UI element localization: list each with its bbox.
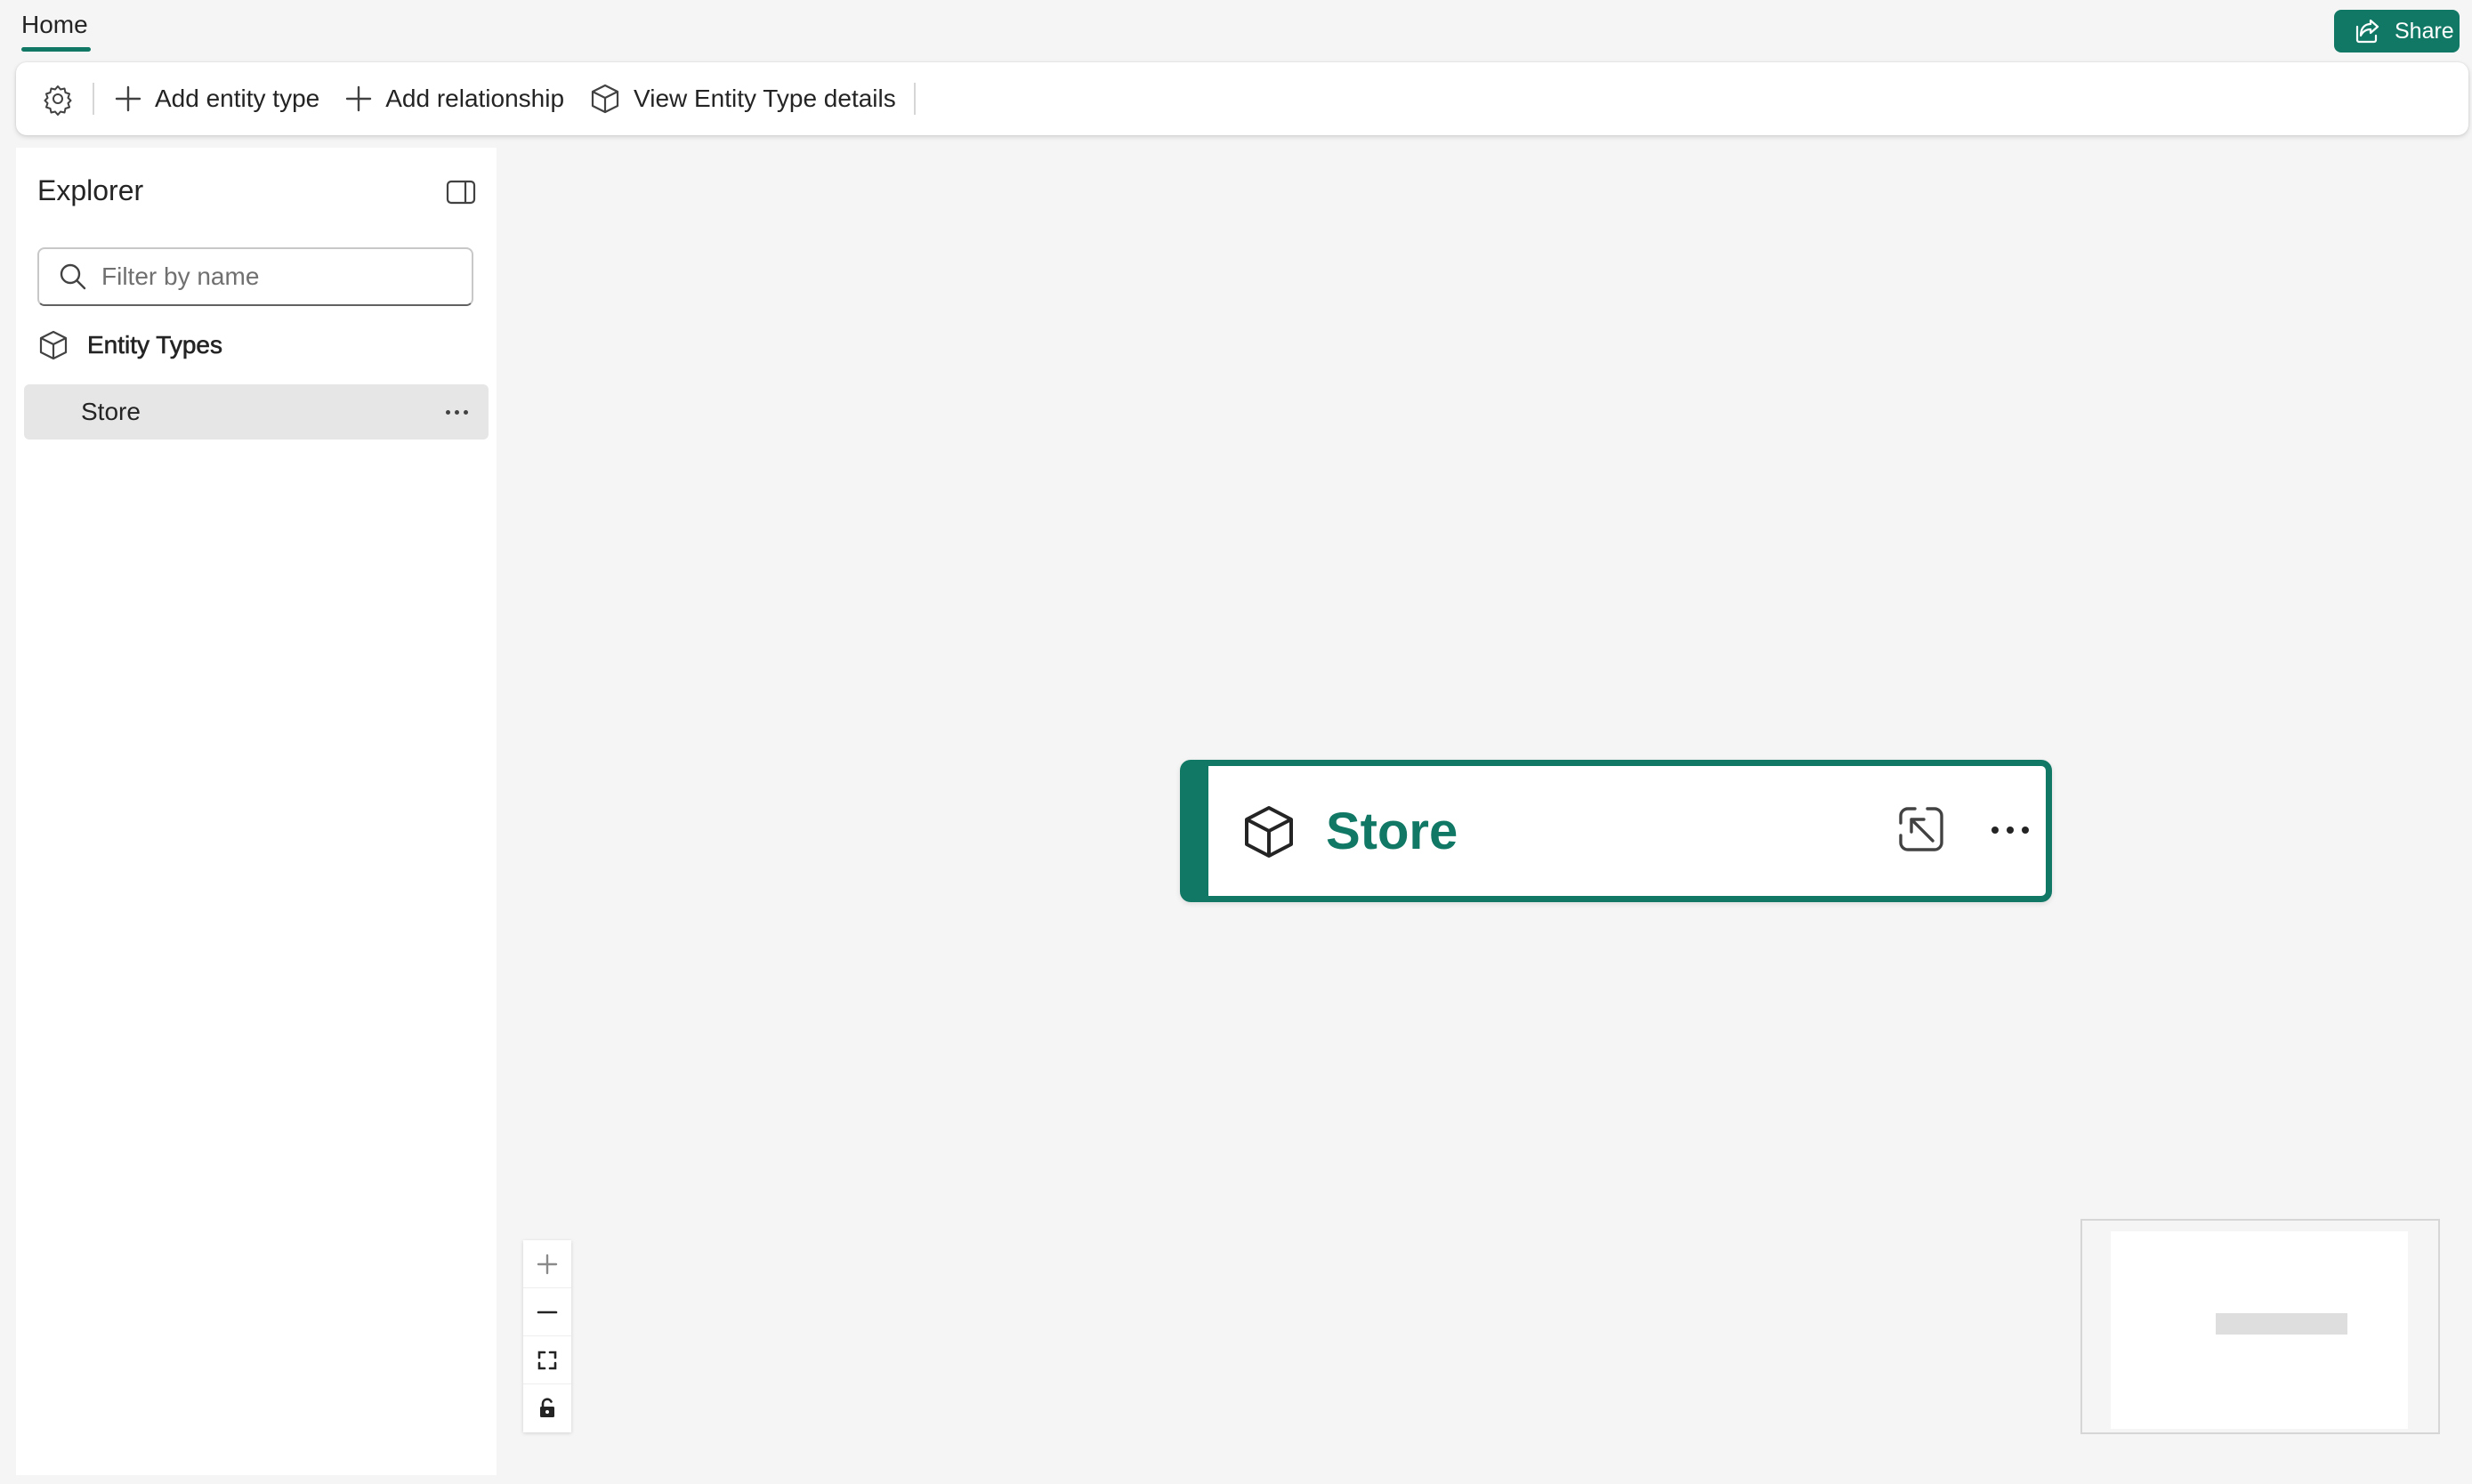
lock-button[interactable] xyxy=(523,1384,571,1432)
add-relationship-button[interactable]: Add relationship xyxy=(344,74,564,124)
filter-input[interactable] xyxy=(101,262,457,291)
toolbar: Add entity type Add relationship View En… xyxy=(16,62,2468,135)
more-options-icon[interactable] xyxy=(440,397,473,427)
explorer-panel: Explorer Entity Types Store xyxy=(16,148,497,1475)
zoom-out-button[interactable] xyxy=(523,1288,571,1336)
plus-icon xyxy=(537,1254,558,1274)
tab-home-indicator xyxy=(21,47,91,52)
cube-icon xyxy=(39,330,68,360)
fit-view-icon xyxy=(537,1351,557,1369)
view-entity-type-details-button[interactable]: View Entity Type details xyxy=(589,74,896,124)
add-entity-type-label: Add entity type xyxy=(155,85,320,112)
tree-item-store[interactable]: Store xyxy=(24,384,489,440)
minimap[interactable] xyxy=(2080,1219,2440,1434)
explorer-title: Explorer xyxy=(37,174,144,206)
cube-icon xyxy=(1245,806,1293,858)
entity-node-store[interactable]: Store xyxy=(1180,760,2052,902)
share-icon xyxy=(2355,19,2379,44)
search-icon xyxy=(60,263,86,290)
open-arrow-icon[interactable] xyxy=(1894,802,1949,857)
minimap-node xyxy=(2216,1313,2347,1335)
plus-icon xyxy=(346,85,372,112)
share-button[interactable]: Share xyxy=(2334,10,2460,52)
node-title: Store xyxy=(1326,802,1458,860)
panel-toggle-icon[interactable] xyxy=(445,178,477,206)
entity-types-label: Entity Types xyxy=(87,331,223,359)
minus-icon xyxy=(537,1311,558,1313)
fit-view-button[interactable] xyxy=(523,1336,571,1384)
top-tab-bar: Home Share xyxy=(0,0,2472,60)
unlock-icon xyxy=(540,1398,554,1417)
node-more-options-icon[interactable] xyxy=(1983,811,2038,850)
gear-icon xyxy=(44,85,72,116)
tab-home[interactable]: Home xyxy=(21,11,88,46)
add-entity-type-button[interactable]: Add entity type xyxy=(114,74,319,124)
cube-icon xyxy=(591,84,619,114)
add-relationship-label: Add relationship xyxy=(385,85,565,112)
view-details-label: View Entity Type details xyxy=(634,85,896,112)
zoom-controls xyxy=(523,1240,571,1432)
entity-types-section[interactable]: Entity Types xyxy=(37,329,222,361)
plus-icon xyxy=(115,85,141,112)
tree-item-label: Store xyxy=(81,398,141,425)
zoom-in-button[interactable] xyxy=(523,1240,571,1288)
toolbar-divider xyxy=(93,83,94,115)
toolbar-divider xyxy=(913,83,916,115)
share-label: Share xyxy=(2395,18,2454,44)
filter-field[interactable] xyxy=(37,247,473,306)
settings-button[interactable] xyxy=(41,74,75,124)
